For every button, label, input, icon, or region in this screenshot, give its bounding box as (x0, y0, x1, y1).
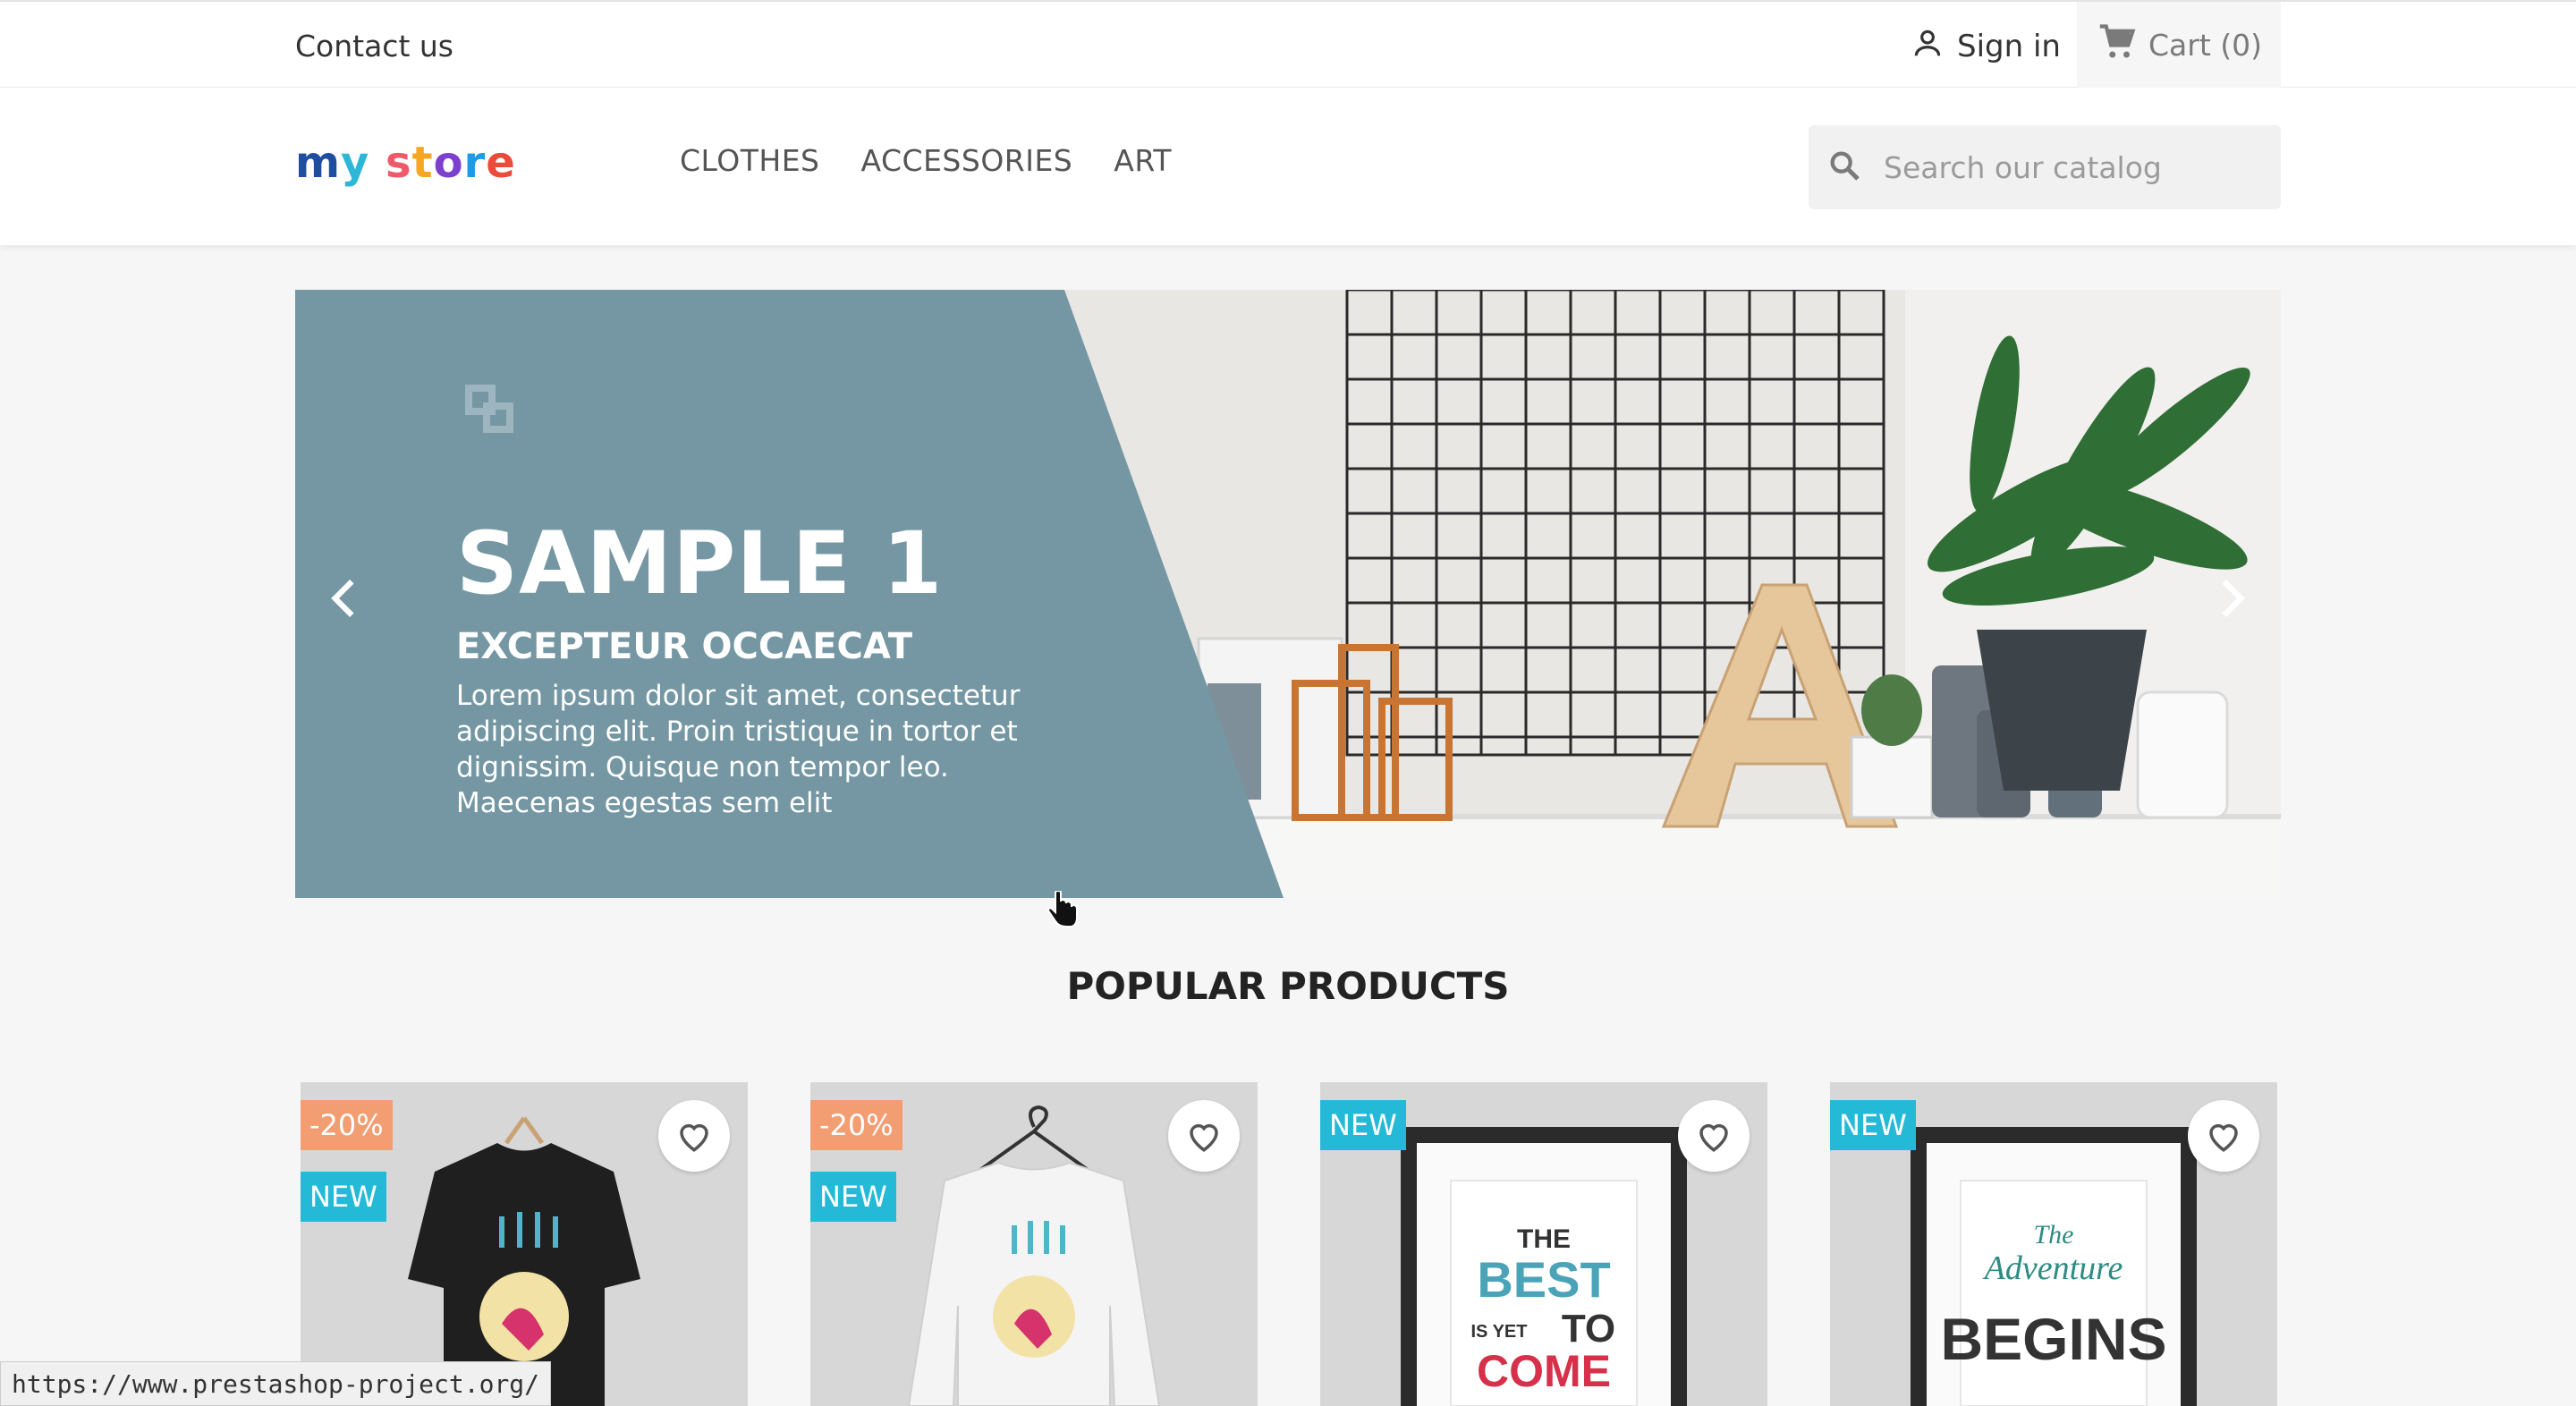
hero-slider[interactable]: SAMPLE 1 EXCEPTEUR OCCAECAT Lorem ipsum … (295, 290, 2281, 898)
mouse-pointer-icon (1046, 891, 1078, 927)
top-nav: Contact us Sign in Cart (0) (0, 0, 2576, 89)
sign-in-link[interactable]: Sign in (1911, 27, 2061, 66)
main-menu: CLOTHES ACCESSORIES ART (680, 143, 1172, 178)
menu-item-clothes[interactable]: CLOTHES (680, 143, 820, 178)
logo-letter: m (295, 138, 342, 188)
poster-word: IS YET (1471, 1322, 1528, 1342)
poster-word: Adventure (1982, 1249, 2123, 1287)
search-box (1809, 125, 2281, 209)
section-title: POPULAR PRODUCTS (1066, 964, 1510, 1008)
slide-caption: SAMPLE 1 EXCEPTEUR OCCAECAT Lorem ipsum … (456, 513, 1029, 821)
status-bar-url: https://www.prestashop-project.org/ (0, 1361, 552, 1406)
heart-icon (1699, 1123, 1728, 1152)
user-icon (1911, 26, 1945, 68)
heart-icon (680, 1123, 708, 1152)
search-icon[interactable] (1826, 148, 1862, 187)
slide-description: Lorem ipsum dolor sit amet, consectetur … (456, 680, 1021, 819)
new-badge: NEW (810, 1172, 896, 1222)
shopping-cart-icon (2098, 23, 2136, 68)
wishlist-button[interactable] (1168, 1100, 1240, 1172)
heart-icon (2209, 1123, 2238, 1152)
wishlist-button[interactable] (1678, 1100, 1750, 1172)
heart-icon (1190, 1123, 1218, 1152)
poster-word: The (2034, 1220, 2074, 1249)
slider-next-arrow[interactable] (2209, 576, 2254, 621)
logo-letter: r (463, 138, 487, 188)
wishlist-button[interactable] (658, 1100, 730, 1172)
product-card[interactable]: The Adventure BEGINS NEW (1830, 1082, 2277, 1406)
search-input[interactable] (1884, 149, 2259, 185)
discount-badge: -20% (301, 1100, 393, 1150)
product-card[interactable]: THE BEST IS YET TO COME NEW (1320, 1082, 1767, 1406)
logo-letter: s (386, 138, 412, 188)
logo-letter: e (486, 138, 516, 188)
product-list: -20% NEW -20% NEW THE BEST IS YET TO COM… (301, 1082, 2277, 1406)
poster-word: COME (1477, 1346, 1611, 1396)
poster-word: TO (1562, 1307, 1615, 1351)
wishlist-button[interactable] (2188, 1100, 2259, 1172)
cart-label: Cart (0) (2148, 28, 2263, 63)
poster-word: BEGINS (1940, 1306, 2166, 1372)
cart-button[interactable]: Cart (0) (2077, 2, 2281, 89)
slider-prev-arrow[interactable] (322, 576, 367, 621)
logo-letter: t (411, 138, 434, 188)
store-logo[interactable]: my store (295, 138, 516, 188)
new-badge: NEW (301, 1172, 386, 1222)
site-header: my store CLOTHES ACCESSORIES ART (0, 88, 2576, 245)
new-badge: NEW (1830, 1100, 1916, 1150)
poster-word: THE (1517, 1224, 1571, 1254)
product-card[interactable]: -20% NEW (301, 1082, 748, 1406)
product-card[interactable]: -20% NEW (810, 1082, 1258, 1406)
logo-letter: y (341, 138, 370, 188)
poster-word: BEST (1477, 1251, 1610, 1308)
chevron-right-icon (2222, 580, 2245, 617)
contact-us-link[interactable]: Contact us (295, 29, 453, 64)
menu-item-accessories[interactable]: ACCESSORIES (861, 143, 1073, 178)
menu-item-art[interactable]: ART (1114, 143, 1172, 178)
new-badge: NEW (1320, 1100, 1406, 1150)
logo-letter: o (433, 138, 464, 188)
slide-subtitle: EXCEPTEUR OCCAECAT (456, 626, 913, 667)
discount-badge: -20% (810, 1100, 902, 1150)
chevron-left-icon (331, 580, 354, 617)
logo-letter (369, 138, 386, 188)
sign-in-label: Sign in (1957, 29, 2061, 64)
slide-title: SAMPLE 1 (456, 513, 944, 614)
